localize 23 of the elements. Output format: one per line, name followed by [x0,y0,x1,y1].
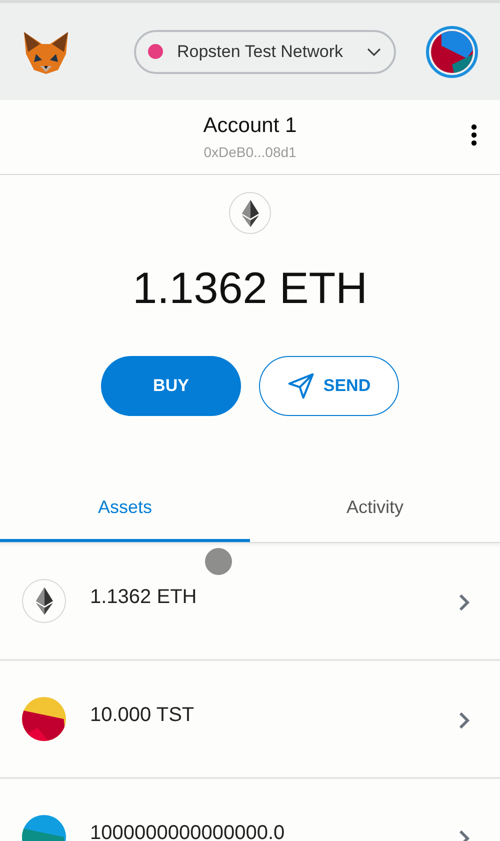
asset-row[interactable]: 1000000000000000.0 [0,779,500,841]
touch-indicator [205,548,232,575]
asset-balance: 10.000 TST [90,704,196,727]
token-avatar [22,697,66,741]
asset-row[interactable]: 10.000 TST [0,661,500,779]
chevron-right-icon [458,593,470,612]
buy-button[interactable]: BUY [101,356,241,416]
chevron-right-icon [458,711,470,730]
tab[interactable]: Assets [0,475,250,542]
asset-balance: 1000000000000000.0 [90,822,286,841]
send-icon [287,372,316,400]
ethereum-icon [22,579,66,623]
chevron-down-icon [366,46,382,56]
ethereum-icon [229,192,271,234]
account-name[interactable]: Account 1 [203,114,297,138]
network-selector[interactable]: Ropsten Test Network [134,30,396,74]
asset-balance: 1.1362 ETH [90,586,198,609]
fox-logo [22,30,70,74]
send-button[interactable]: SEND [259,356,399,416]
balance-amount: 1.1362 ETH [132,264,368,314]
more-menu-icon[interactable] [471,124,477,146]
tab[interactable]: Activity [250,475,500,542]
account-avatar[interactable] [426,26,478,78]
